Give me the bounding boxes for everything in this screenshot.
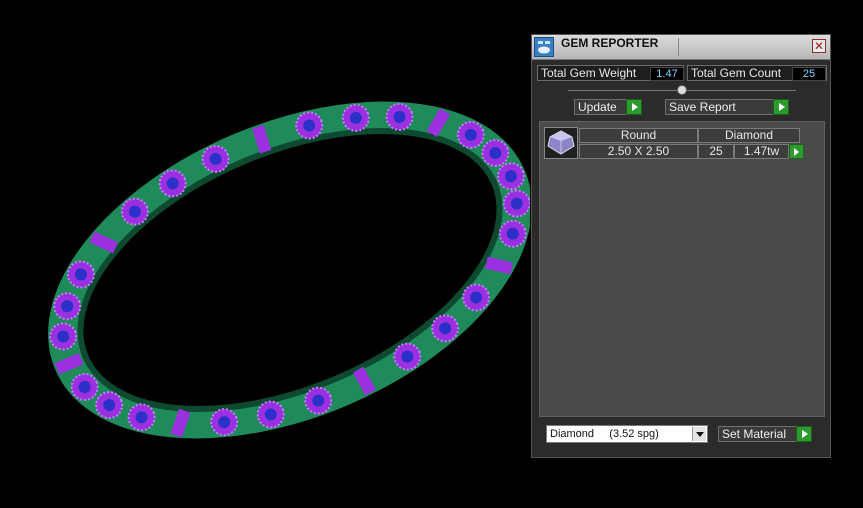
gem-row-arrow-icon[interactable] (789, 144, 804, 159)
material-select[interactable]: Diamond (3.52 spg) (546, 425, 708, 443)
gem-thumbnail[interactable] (544, 127, 578, 159)
close-icon[interactable]: ✕ (812, 39, 826, 53)
gem-count-cell[interactable]: 25 (698, 144, 734, 159)
update-button[interactable]: Update (574, 99, 642, 115)
save-report-button-label: Save Report (669, 100, 736, 114)
update-button-label: Update (578, 100, 617, 114)
gem-list[interactable]: Round Diamond 2.50 X 2.50 25 1.47tw (539, 121, 825, 417)
total-gem-weight-label: Total Gem Weight (541, 66, 637, 80)
play-arrow-icon (796, 426, 812, 442)
slider-handle[interactable] (677, 85, 687, 95)
bangle-gems (49, 102, 531, 438)
material-select-value: Diamond (3.52 spg) (550, 428, 659, 440)
gem-material-cell[interactable]: Diamond (698, 128, 800, 143)
total-gem-count-label: Total Gem Count (691, 66, 782, 80)
title-divider (678, 38, 679, 56)
window-title: GEM REPORTER (561, 36, 659, 50)
set-material-button-label: Set Material (722, 427, 787, 441)
3d-viewport[interactable] (0, 0, 532, 503)
chevron-down-icon[interactable] (692, 427, 706, 441)
bangle-model (48, 101, 532, 439)
total-gem-count: Total Gem Count 25 (687, 65, 827, 81)
title-bar[interactable]: GEM REPORTER ✕ (532, 35, 830, 60)
total-gem-count-value: 25 (792, 67, 826, 81)
set-material-button[interactable]: Set Material (718, 426, 812, 442)
gem-weight-cell[interactable]: 1.47tw (734, 144, 789, 159)
play-arrow-icon (626, 99, 642, 115)
gem-reporter-panel: GEM REPORTER ✕ Total Gem Weight 1.47 Tot… (531, 34, 831, 458)
gem-shape-cell[interactable]: Round (579, 128, 698, 143)
total-gem-weight: Total Gem Weight 1.47 (537, 65, 684, 81)
total-gem-weight-value: 1.47 (650, 67, 684, 81)
save-report-button[interactable]: Save Report (665, 99, 789, 115)
gem-size-cell[interactable]: 2.50 X 2.50 (579, 144, 698, 159)
play-arrow-icon (773, 99, 789, 115)
gem-reporter-icon (534, 37, 554, 57)
